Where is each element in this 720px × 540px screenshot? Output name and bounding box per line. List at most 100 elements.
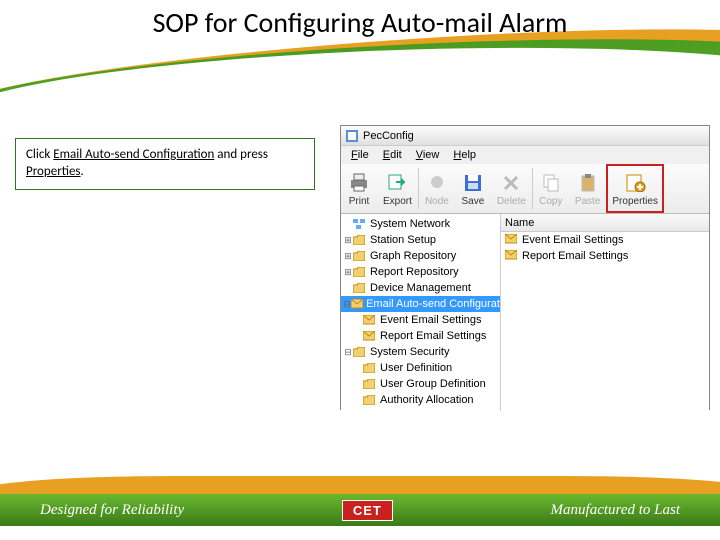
toolbar-print-button[interactable]: Print — [341, 164, 377, 213]
mail-icon — [505, 234, 519, 246]
tree-item-label: Device Management — [370, 282, 471, 294]
instruction-text-pre: Click — [26, 147, 53, 162]
tree-expander-icon[interactable]: ⊞ — [343, 251, 353, 262]
toolbar-paste-button: Paste — [569, 164, 607, 213]
folder-icon — [353, 346, 367, 358]
toolbar-label: Paste — [575, 196, 601, 207]
list-item-label: Event Email Settings — [522, 234, 624, 246]
tree-expander-icon[interactable]: ⊟ — [343, 347, 353, 358]
node-icon — [425, 170, 449, 194]
menubar[interactable]: File Edit View Help — [341, 146, 709, 164]
footer-logo: CET — [342, 500, 393, 521]
toolbar-label: Node — [425, 196, 449, 207]
folder-icon — [363, 394, 377, 406]
instruction-text-mid: and press — [214, 147, 268, 162]
tree-item-label: System Security — [370, 346, 449, 358]
tree-item-label: Report Email Settings — [380, 330, 486, 342]
instruction-em1: Email Auto-send Configuration — [53, 147, 214, 162]
toolbar-label: Save — [462, 196, 485, 207]
paste-icon — [576, 170, 600, 194]
export-icon — [385, 170, 409, 194]
tree-item-label: Station Setup — [370, 234, 436, 246]
folder-icon — [353, 282, 367, 294]
instruction-em2: Properties — [26, 164, 81, 179]
toolbar-node-button: Node — [419, 164, 455, 213]
mail-icon — [363, 330, 377, 342]
copy-icon — [539, 170, 563, 194]
tree-item[interactable]: User Group Definition — [341, 376, 500, 392]
tree-item[interactable]: Report Email Settings — [341, 328, 500, 344]
content-panes: System Network ⊞ Station Setup ⊞ Graph Repos… — [341, 214, 709, 411]
delete-icon — [499, 170, 523, 194]
tree-expander-icon[interactable]: ⊞ — [343, 267, 353, 278]
toolbar-export-button[interactable]: Export — [377, 164, 418, 213]
tree-item[interactable]: User Definition — [341, 360, 500, 376]
menu-view[interactable]: View — [410, 149, 446, 161]
folder-icon — [363, 410, 377, 411]
list-item-label: Report Email Settings — [522, 250, 628, 262]
folder-icon — [353, 266, 367, 278]
pecconfig-window: PecConfig File Edit View Help Print Expor… — [340, 125, 710, 410]
tree-item-label: Authority Allocation — [380, 394, 474, 406]
tree-item[interactable]: Device Management — [341, 280, 500, 296]
header-band: SOP for Configuring Auto-mail Alarm — [0, 0, 720, 120]
mail-icon — [351, 298, 363, 310]
tree-item-label: Email Auto-send Configurat — [366, 298, 500, 310]
folder-icon — [363, 378, 377, 390]
list-pane[interactable]: Name Event Email Settings Report Email Se… — [501, 214, 709, 411]
list-item[interactable]: Event Email Settings — [501, 232, 709, 248]
printer-icon — [347, 170, 371, 194]
menu-help[interactable]: Help — [447, 149, 482, 161]
instruction-box: Click Email Auto-send Configuration and … — [15, 138, 315, 190]
tree-item[interactable]: ⊟ System Security — [341, 344, 500, 360]
tree-expander-icon[interactable]: ⊟ — [343, 299, 351, 310]
tree-item-label: Report Repository — [370, 266, 459, 278]
toolbar: Print Export Node Save Delete Copy Paste Proper… — [341, 164, 709, 214]
toolbar-delete-button: Delete — [491, 164, 532, 213]
tree-item[interactable]: ⊞ Graph Repository — [341, 248, 500, 264]
list-header-label: Name — [505, 217, 534, 229]
folder-icon — [363, 362, 377, 374]
tree-item[interactable]: Event Email Settings — [341, 312, 500, 328]
tree-item[interactable]: Authority Allocation — [341, 392, 500, 408]
mail-icon — [505, 250, 519, 262]
list-header[interactable]: Name — [501, 214, 709, 232]
tree-pane[interactable]: System Network ⊞ Station Setup ⊞ Graph Repos… — [341, 214, 501, 411]
folder-icon — [353, 234, 367, 246]
tree-item-label: System Network — [370, 218, 450, 230]
tree-item-label: Event Email Settings — [380, 314, 482, 326]
tree-item-label: Graph Repository — [370, 250, 456, 262]
tree-expander-icon[interactable]: ⊞ — [343, 235, 353, 246]
network-icon — [353, 218, 367, 230]
toolbar-copy-button: Copy — [533, 164, 569, 213]
tree-item-label: User Group Definition — [380, 378, 486, 390]
toolbar-label: Print — [349, 196, 370, 207]
footer-bar: Designed for Reliability CET Manufacture… — [0, 494, 720, 526]
toolbar-label: Properties — [612, 196, 658, 207]
tree-item[interactable]: ⊟ Email Auto-send Configurat — [341, 296, 500, 312]
tree-item-label: User Definition — [380, 362, 452, 374]
footer-left: Designed for Reliability — [40, 502, 184, 519]
slide-title: SOP for Configuring Auto-mail Alarm — [0, 5, 720, 40]
list-item[interactable]: Report Email Settings — [501, 248, 709, 264]
window-titlebar[interactable]: PecConfig — [341, 126, 709, 146]
props-icon — [623, 170, 647, 194]
tree-item[interactable]: ⊞ Report Repository — [341, 264, 500, 280]
mail-icon — [363, 314, 377, 326]
toolbar-save-button[interactable]: Save — [455, 164, 491, 213]
toolbar-label: Export — [383, 196, 412, 207]
toolbar-label: Copy — [539, 196, 562, 207]
instruction-text-post: . — [81, 164, 84, 179]
app-icon — [345, 129, 359, 143]
folder-icon — [353, 250, 367, 262]
tree-item[interactable]: System Network — [341, 216, 500, 232]
tree-item-label: Role Configuration — [380, 410, 471, 411]
tree-item[interactable]: Role Configuration — [341, 408, 500, 411]
tree-item[interactable]: ⊞ Station Setup — [341, 232, 500, 248]
window-title: PecConfig — [363, 130, 414, 142]
menu-file[interactable]: File — [345, 149, 375, 161]
footer: Designed for Reliability CET Manufacture… — [0, 468, 720, 540]
save-icon — [461, 170, 485, 194]
toolbar-properties-button[interactable]: Properties — [606, 164, 664, 213]
menu-edit[interactable]: Edit — [377, 149, 408, 161]
